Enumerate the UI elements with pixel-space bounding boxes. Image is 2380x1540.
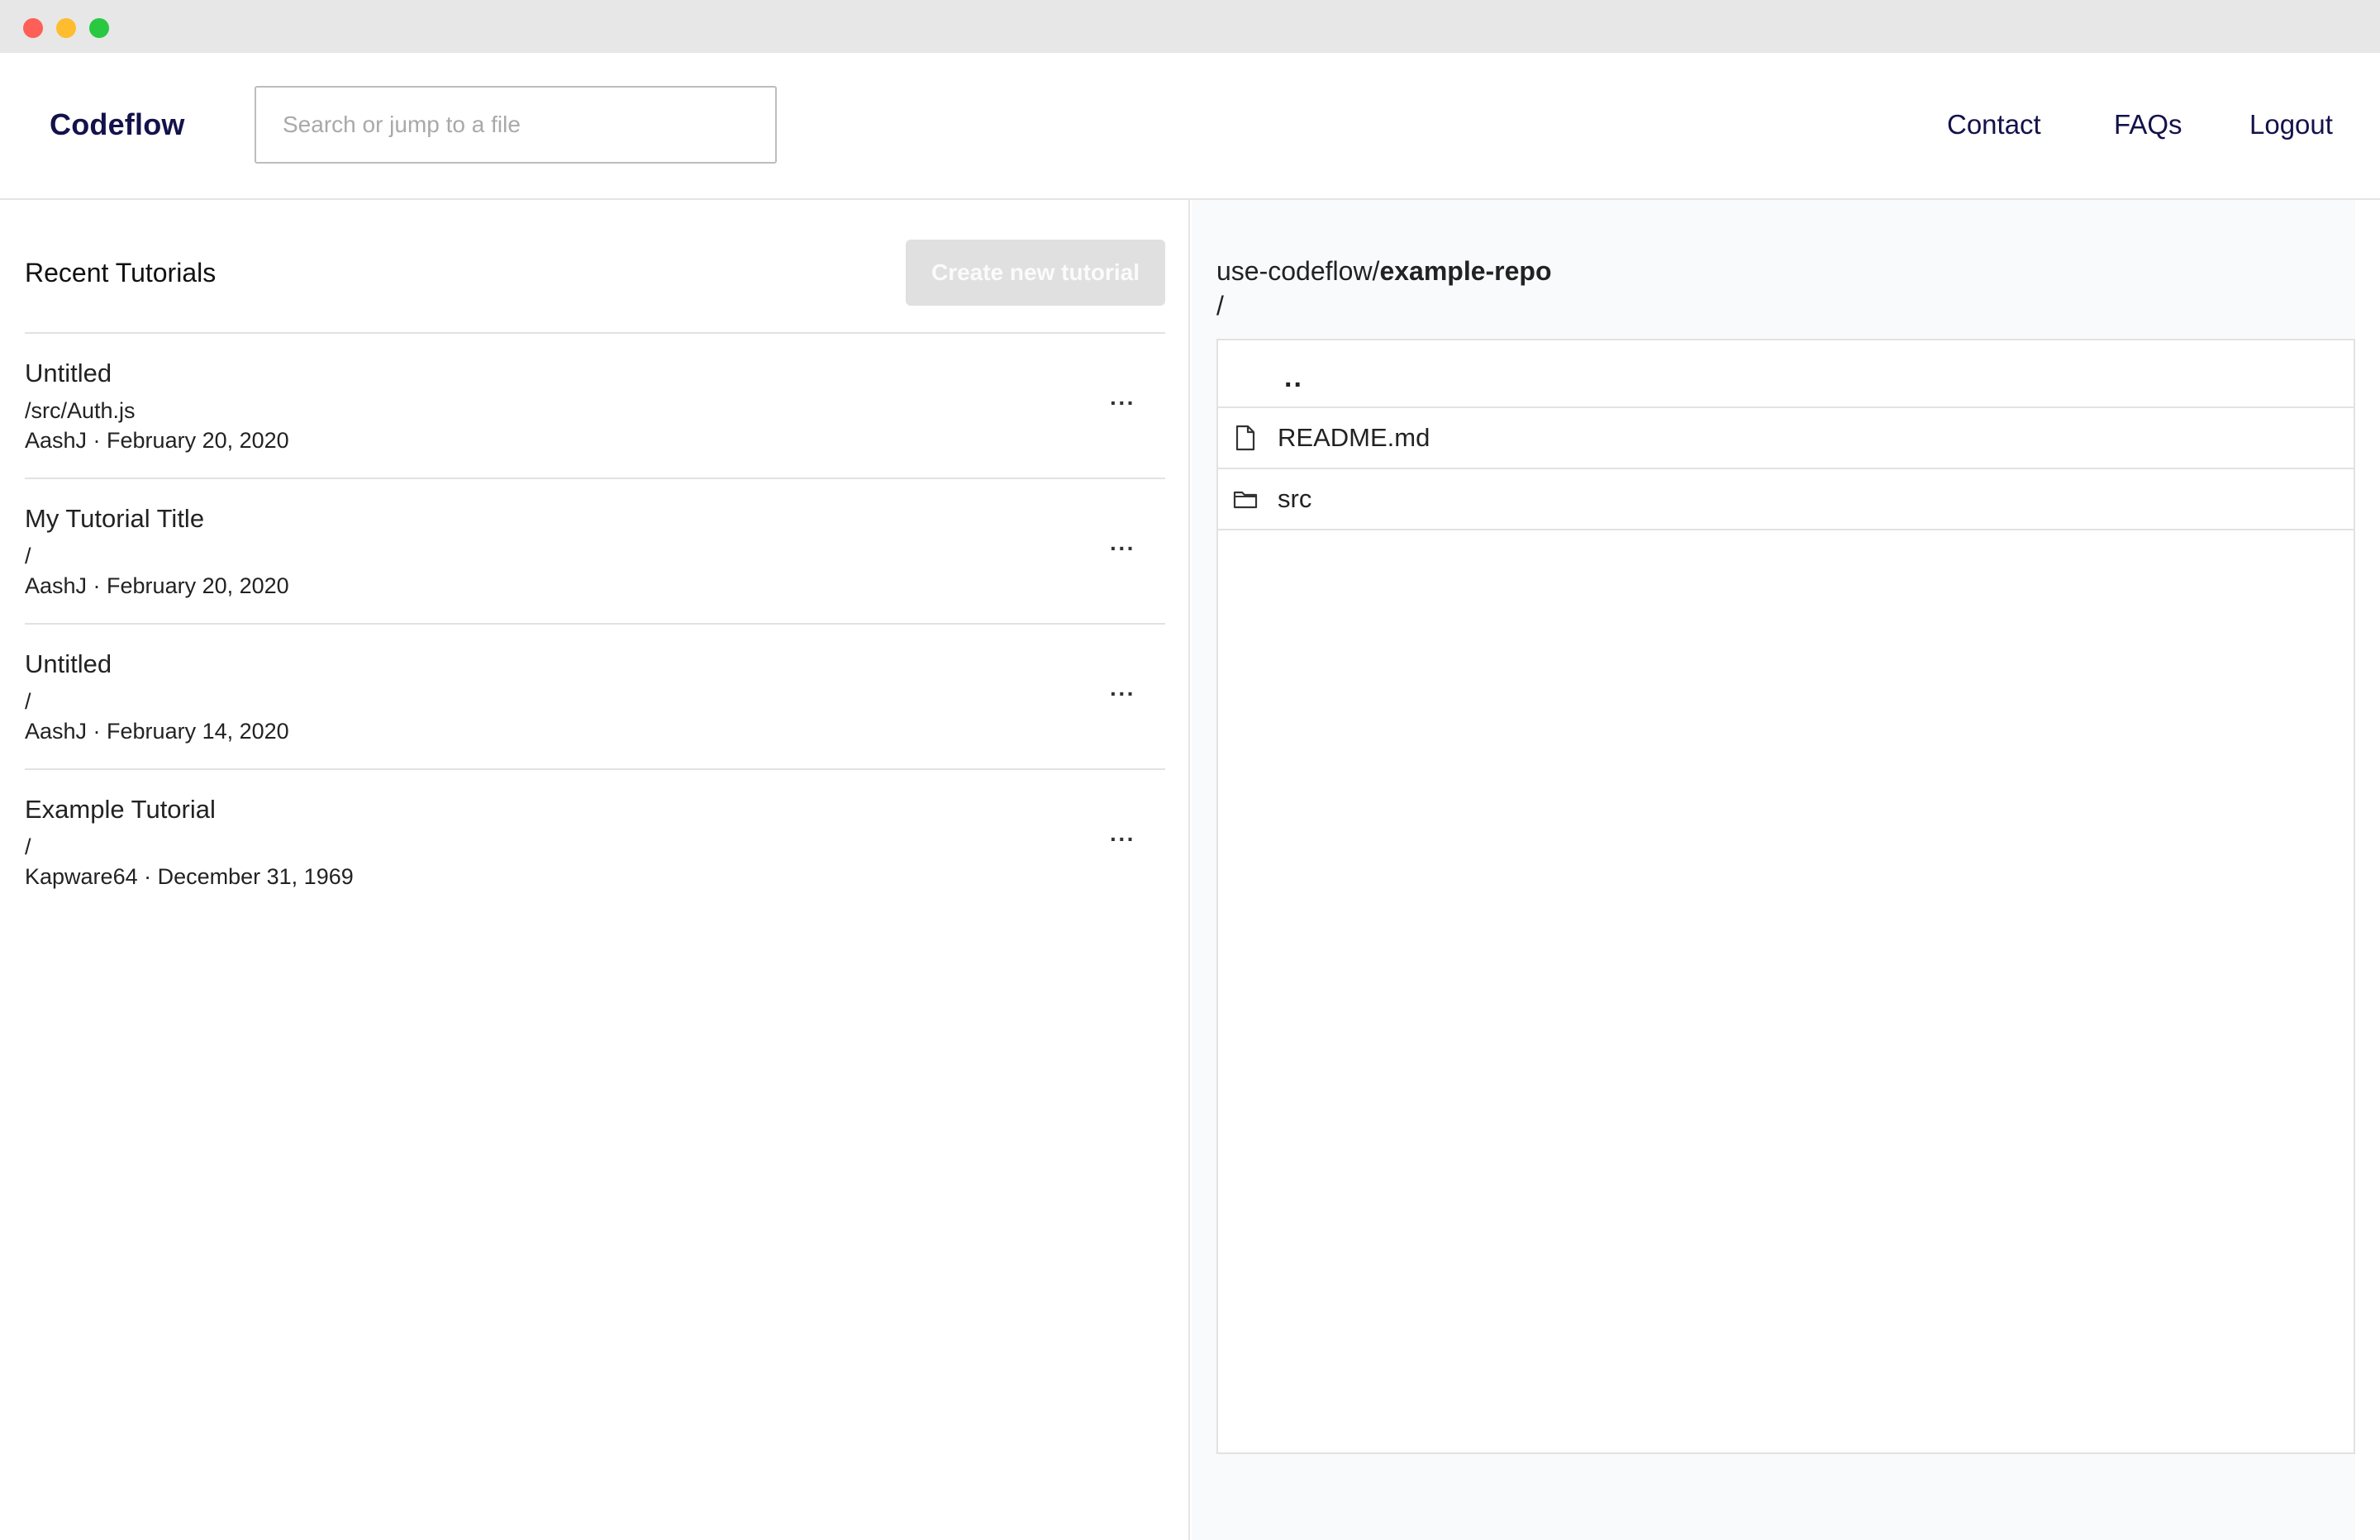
tutorial-title: My Tutorial Title xyxy=(25,504,205,533)
more-options-icon[interactable]: ··· xyxy=(1110,535,1135,562)
tutorial-title: Example Tutorial xyxy=(25,795,216,824)
parent-directory-row[interactable]: .. xyxy=(1218,340,2354,408)
nav-logout-link[interactable]: Logout xyxy=(2249,109,2333,140)
parent-directory-label: .. xyxy=(1284,362,1303,393)
tutorial-item[interactable]: Example Tutorial / Kapware64 · December … xyxy=(25,768,1165,914)
repo-browser-panel: use-codeflow/example-repo / .. README.md… xyxy=(1192,200,2355,1540)
tutorial-meta: Kapware64 · December 31, 1969 xyxy=(25,864,354,889)
tutorial-title: Untitled xyxy=(25,359,112,387)
nav-contact-link[interactable]: Contact xyxy=(1947,109,2041,140)
tutorial-meta: AashJ · February 14, 2020 xyxy=(25,719,289,744)
current-directory: / xyxy=(1216,291,1224,321)
file-icon xyxy=(1235,425,1255,451)
file-list: .. README.md src xyxy=(1216,339,2355,1454)
more-options-icon[interactable]: ··· xyxy=(1110,681,1135,707)
file-row[interactable]: src xyxy=(1218,469,2354,530)
folder-icon xyxy=(1233,491,1258,509)
search-input[interactable] xyxy=(255,86,777,164)
nav-faqs-link[interactable]: FAQs xyxy=(2114,109,2182,140)
tutorial-title: Untitled xyxy=(25,649,112,678)
tutorial-item[interactable]: Untitled / AashJ · February 14, 2020 ··· xyxy=(25,623,1165,768)
more-options-icon[interactable]: ··· xyxy=(1110,826,1135,853)
tutorial-meta: AashJ · February 20, 2020 xyxy=(25,573,289,598)
tutorials-panel: Recent Tutorials Create new tutorial Unt… xyxy=(0,200,1190,1540)
tutorial-path: /src/Auth.js xyxy=(25,398,136,423)
repo-owner[interactable]: use-codeflow/ xyxy=(1216,256,1379,286)
tutorial-path: / xyxy=(25,689,31,714)
maximize-window-button[interactable] xyxy=(89,18,109,38)
file-name: src xyxy=(1278,484,1312,513)
tutorial-item[interactable]: Untitled /src/Auth.js AashJ · February 2… xyxy=(25,332,1165,478)
close-window-button[interactable] xyxy=(23,18,43,38)
brand-logo[interactable]: Codeflow xyxy=(50,107,185,142)
tutorial-path: / xyxy=(25,544,31,568)
more-options-icon[interactable]: ··· xyxy=(1110,390,1135,416)
tutorial-item[interactable]: My Tutorial Title / AashJ · February 20,… xyxy=(25,478,1165,623)
tutorial-path: / xyxy=(25,834,31,859)
top-header: Codeflow Contact FAQs Logout xyxy=(0,53,2380,200)
file-row[interactable]: README.md xyxy=(1218,408,2354,469)
file-name: README.md xyxy=(1278,423,1430,452)
repo-breadcrumb: use-codeflow/example-repo xyxy=(1216,256,1552,287)
create-tutorial-button[interactable]: Create new tutorial xyxy=(906,240,1165,306)
minimize-window-button[interactable] xyxy=(56,18,76,38)
repo-name[interactable]: example-repo xyxy=(1379,256,1551,286)
window-titlebar xyxy=(0,0,2380,53)
recent-tutorials-heading: Recent Tutorials xyxy=(25,258,217,288)
tutorial-list: Untitled /src/Auth.js AashJ · February 2… xyxy=(25,332,1165,914)
tutorial-meta: AashJ · February 20, 2020 xyxy=(25,428,289,453)
